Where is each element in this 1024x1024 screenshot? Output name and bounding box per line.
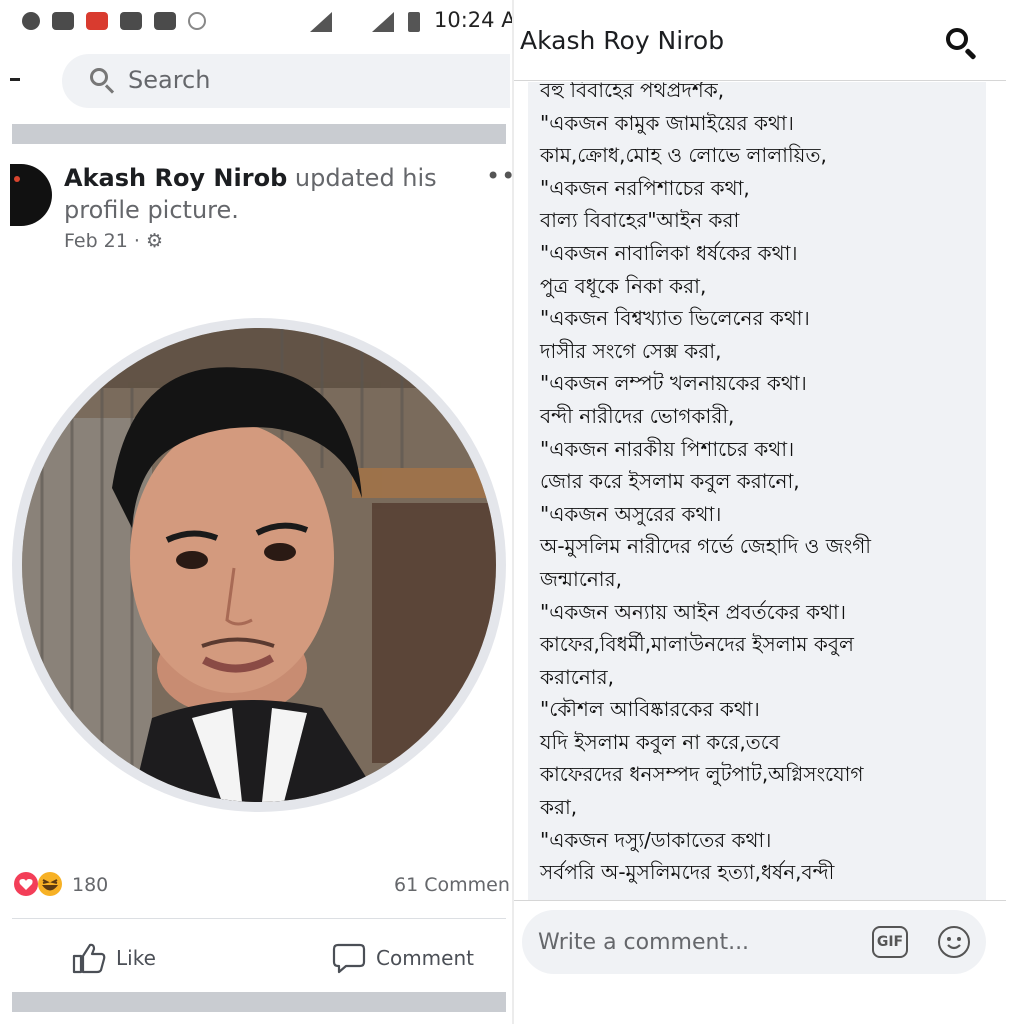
comment-bubble-icon bbox=[332, 943, 366, 974]
poem-line: দাসীর সংগে সেক্স করা, bbox=[540, 338, 722, 363]
search-icon[interactable] bbox=[946, 28, 968, 50]
youtube-icon bbox=[120, 12, 142, 30]
author-avatar[interactable] bbox=[10, 164, 52, 226]
post-date: Feb 21 · ⚙ bbox=[64, 230, 163, 252]
sync-icon bbox=[188, 12, 206, 30]
status-bar-icons bbox=[22, 8, 206, 34]
poem-line: "একজন দস্যু/ডাকাতের কথা। bbox=[540, 827, 772, 852]
signal-icon bbox=[310, 12, 332, 32]
emoji-icon[interactable] bbox=[938, 926, 970, 958]
poem-line: বহু বিবাহের পথপ্রদর্শক, bbox=[540, 82, 725, 102]
comment-button[interactable]: Comment bbox=[332, 940, 474, 976]
search-placeholder: Search bbox=[128, 66, 211, 94]
poem-line: "একজন বিশ্বখ্যাত ভিলেনের কথা। bbox=[540, 306, 810, 331]
poem-line: "একজন লম্পট খলনায়কের কথা। bbox=[540, 371, 807, 396]
poem-line: জন্মানোর, bbox=[540, 566, 622, 591]
gear-icon: ⚙ bbox=[145, 230, 164, 252]
poem-line: যদি ইসলাম কবুল না করে,তবে bbox=[540, 729, 780, 754]
status-time: 10:24 A bbox=[434, 8, 516, 32]
poem-line: "একজন অন্যায় আইন প্রবর্তকের কথা। bbox=[540, 599, 846, 624]
messenger-icon bbox=[22, 12, 40, 30]
action-divider bbox=[12, 918, 506, 919]
app-icon bbox=[52, 12, 74, 30]
post-header: Akash Roy Nirob updated his profile pict… bbox=[64, 162, 444, 226]
author-name[interactable]: Akash Roy Nirob bbox=[64, 164, 287, 192]
poem-line: "একজন নারকীয় পিশাচের কথা। bbox=[540, 436, 795, 461]
facebook-post-screenshot: 10:24 A Search Akash Roy Nirob updated h… bbox=[0, 0, 516, 1024]
comment-text-area: বহু বিবাহের পথপ্রদর্শক, "একজন কামুক জামাই… bbox=[528, 82, 986, 900]
poem-line: করা, bbox=[540, 795, 578, 820]
poem-line: বাল্য বিবাহের"আইন করা bbox=[540, 208, 740, 233]
poem-line: "কৌশল আবিষ্কারকের কথা। bbox=[540, 697, 760, 722]
feed-divider-bottom bbox=[12, 992, 506, 1012]
poem-line: অ-মুসলিম নারীদের গর্ভে জেহাদি ও জংগী bbox=[540, 534, 872, 559]
poem-line: বন্দী নারীদের ভোগকারী, bbox=[540, 403, 735, 428]
comment-count[interactable]: 61 Commen bbox=[394, 874, 510, 896]
reaction-count[interactable]: 180 bbox=[72, 874, 108, 896]
poem-line: "একজন কামুক জামাইয়ের কথা। bbox=[540, 110, 794, 135]
reaction-icons[interactable] bbox=[12, 870, 68, 898]
signal-icon bbox=[372, 12, 394, 32]
like-button[interactable]: Like bbox=[72, 940, 156, 976]
poem-text: বহু বিবাহের পথপ্রদর্শক, "একজন কামুক জামাই… bbox=[540, 82, 980, 889]
profile-picture[interactable] bbox=[22, 328, 496, 802]
poem-line: "একজন নরপিশাচের কথা, bbox=[540, 175, 750, 200]
comment-placeholder: Write a comment... bbox=[538, 930, 750, 955]
poem-line: জোর করে ইসলাম কবুল করানো, bbox=[540, 469, 800, 494]
battery-icon bbox=[408, 12, 420, 32]
gif-button[interactable]: GIF bbox=[872, 926, 908, 958]
poem-line: "একজন অসুরের কথা। bbox=[540, 501, 722, 526]
poem-line: কাম,ক্রোধ,মোহ ও লোভে লালায়িত, bbox=[540, 143, 827, 168]
poem-line: সর্বপরি অ-মুসলিমদের হত্যা,ধর্ষন,বন্দী bbox=[540, 860, 835, 885]
poem-line: কাফেরদের ধনসম্পদ লুটপাট,অগ্নিসংযোগ bbox=[540, 762, 864, 787]
like-label: Like bbox=[116, 946, 156, 970]
love-haha-icon bbox=[14, 872, 62, 896]
chat-icon bbox=[154, 12, 176, 30]
poem-line: কাফের,বিধর্মী,মালাউনদের ইসলাম কবুল bbox=[540, 632, 854, 657]
poem-line: করানোর, bbox=[540, 664, 614, 689]
feed-divider bbox=[12, 124, 506, 144]
poem-line: "একজন নাবালিকা ধর্ষকের কথা। bbox=[540, 240, 798, 265]
poem-line: পুত্র বধূকে নিকা করা, bbox=[540, 273, 707, 298]
back-icon[interactable] bbox=[10, 78, 20, 81]
comment-view-screenshot: Akash Roy Nirob বহু বিবাহের পথপ্রদর্শক, "… bbox=[512, 0, 1024, 1024]
vivaldi-icon bbox=[86, 12, 108, 30]
smiley-face-icon bbox=[947, 937, 961, 950]
post-date-text: Feb 21 · bbox=[64, 230, 146, 252]
search-icon bbox=[90, 68, 108, 86]
thumbs-up-icon bbox=[72, 943, 106, 974]
header-divider bbox=[514, 80, 1006, 81]
page-title: Akash Roy Nirob bbox=[520, 26, 725, 55]
comment-label: Comment bbox=[376, 946, 474, 970]
composer-divider bbox=[514, 900, 1006, 901]
profile-photo-illustration bbox=[22, 328, 496, 802]
